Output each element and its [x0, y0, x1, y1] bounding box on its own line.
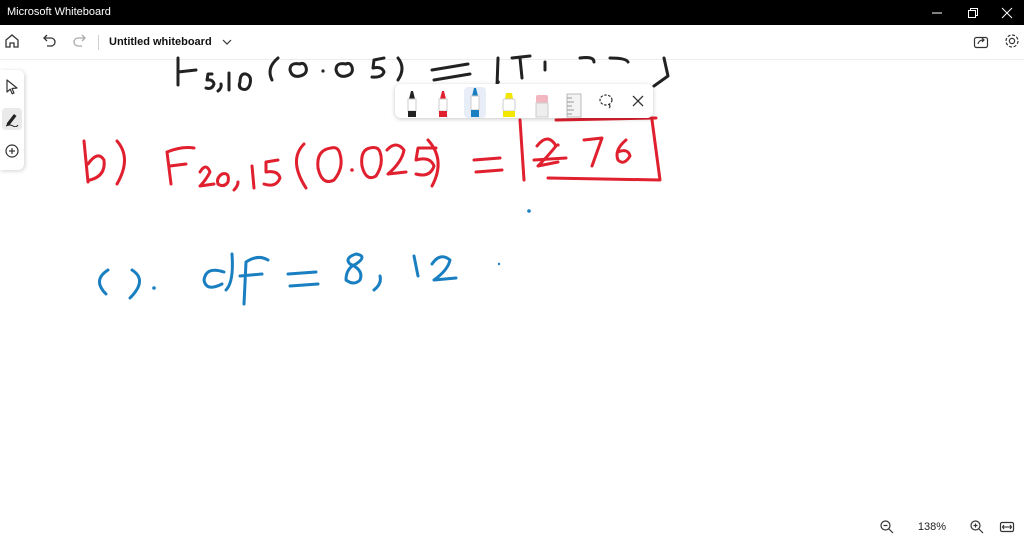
red-pen-icon: [438, 91, 448, 117]
lasso-select-icon: [599, 94, 613, 109]
eraser[interactable]: [530, 87, 552, 118]
inking-pen-icon: [5, 114, 19, 127]
eraser-icon: [535, 95, 549, 118]
pen-tray: [395, 84, 653, 118]
ink-line-c: [98, 252, 458, 306]
left-tool-rail: [0, 70, 24, 170]
select-tool-button[interactable]: [2, 76, 22, 98]
fit-to-screen-button[interactable]: [999, 519, 1015, 535]
select-pointer-icon: [6, 79, 18, 95]
black-pen-icon: [407, 91, 417, 117]
close-icon: [632, 95, 644, 107]
fit-to-screen-icon: [999, 521, 1015, 533]
ink-line-b: [82, 116, 662, 192]
zoom-in-icon: [970, 520, 984, 534]
blue-pen[interactable]: [464, 87, 486, 118]
close-pen-tray-button[interactable]: [629, 92, 647, 110]
add-plus-icon: [5, 144, 19, 158]
red-pen[interactable]: [432, 87, 454, 118]
whiteboard-canvas[interactable]: [0, 0, 1024, 538]
inking-tool-button[interactable]: [2, 108, 22, 130]
zoom-level[interactable]: 138%: [917, 521, 947, 533]
zoom-controls: 138%: [873, 515, 1024, 538]
black-pen[interactable]: [401, 87, 423, 118]
highlighter-icon: [502, 93, 516, 117]
ruler-icon: [566, 93, 582, 118]
zoom-in-button[interactable]: [969, 519, 985, 535]
ruler[interactable]: [561, 87, 583, 118]
blue-pen-icon: [470, 88, 480, 117]
ink-dot: [527, 209, 531, 213]
zoom-out-button[interactable]: [879, 519, 895, 535]
zoom-out-icon: [880, 520, 894, 534]
lasso-select-button[interactable]: [597, 92, 615, 110]
add-content-button[interactable]: [2, 140, 22, 162]
ink-dot: [497, 262, 501, 266]
yellow-highlighter[interactable]: [497, 87, 519, 118]
